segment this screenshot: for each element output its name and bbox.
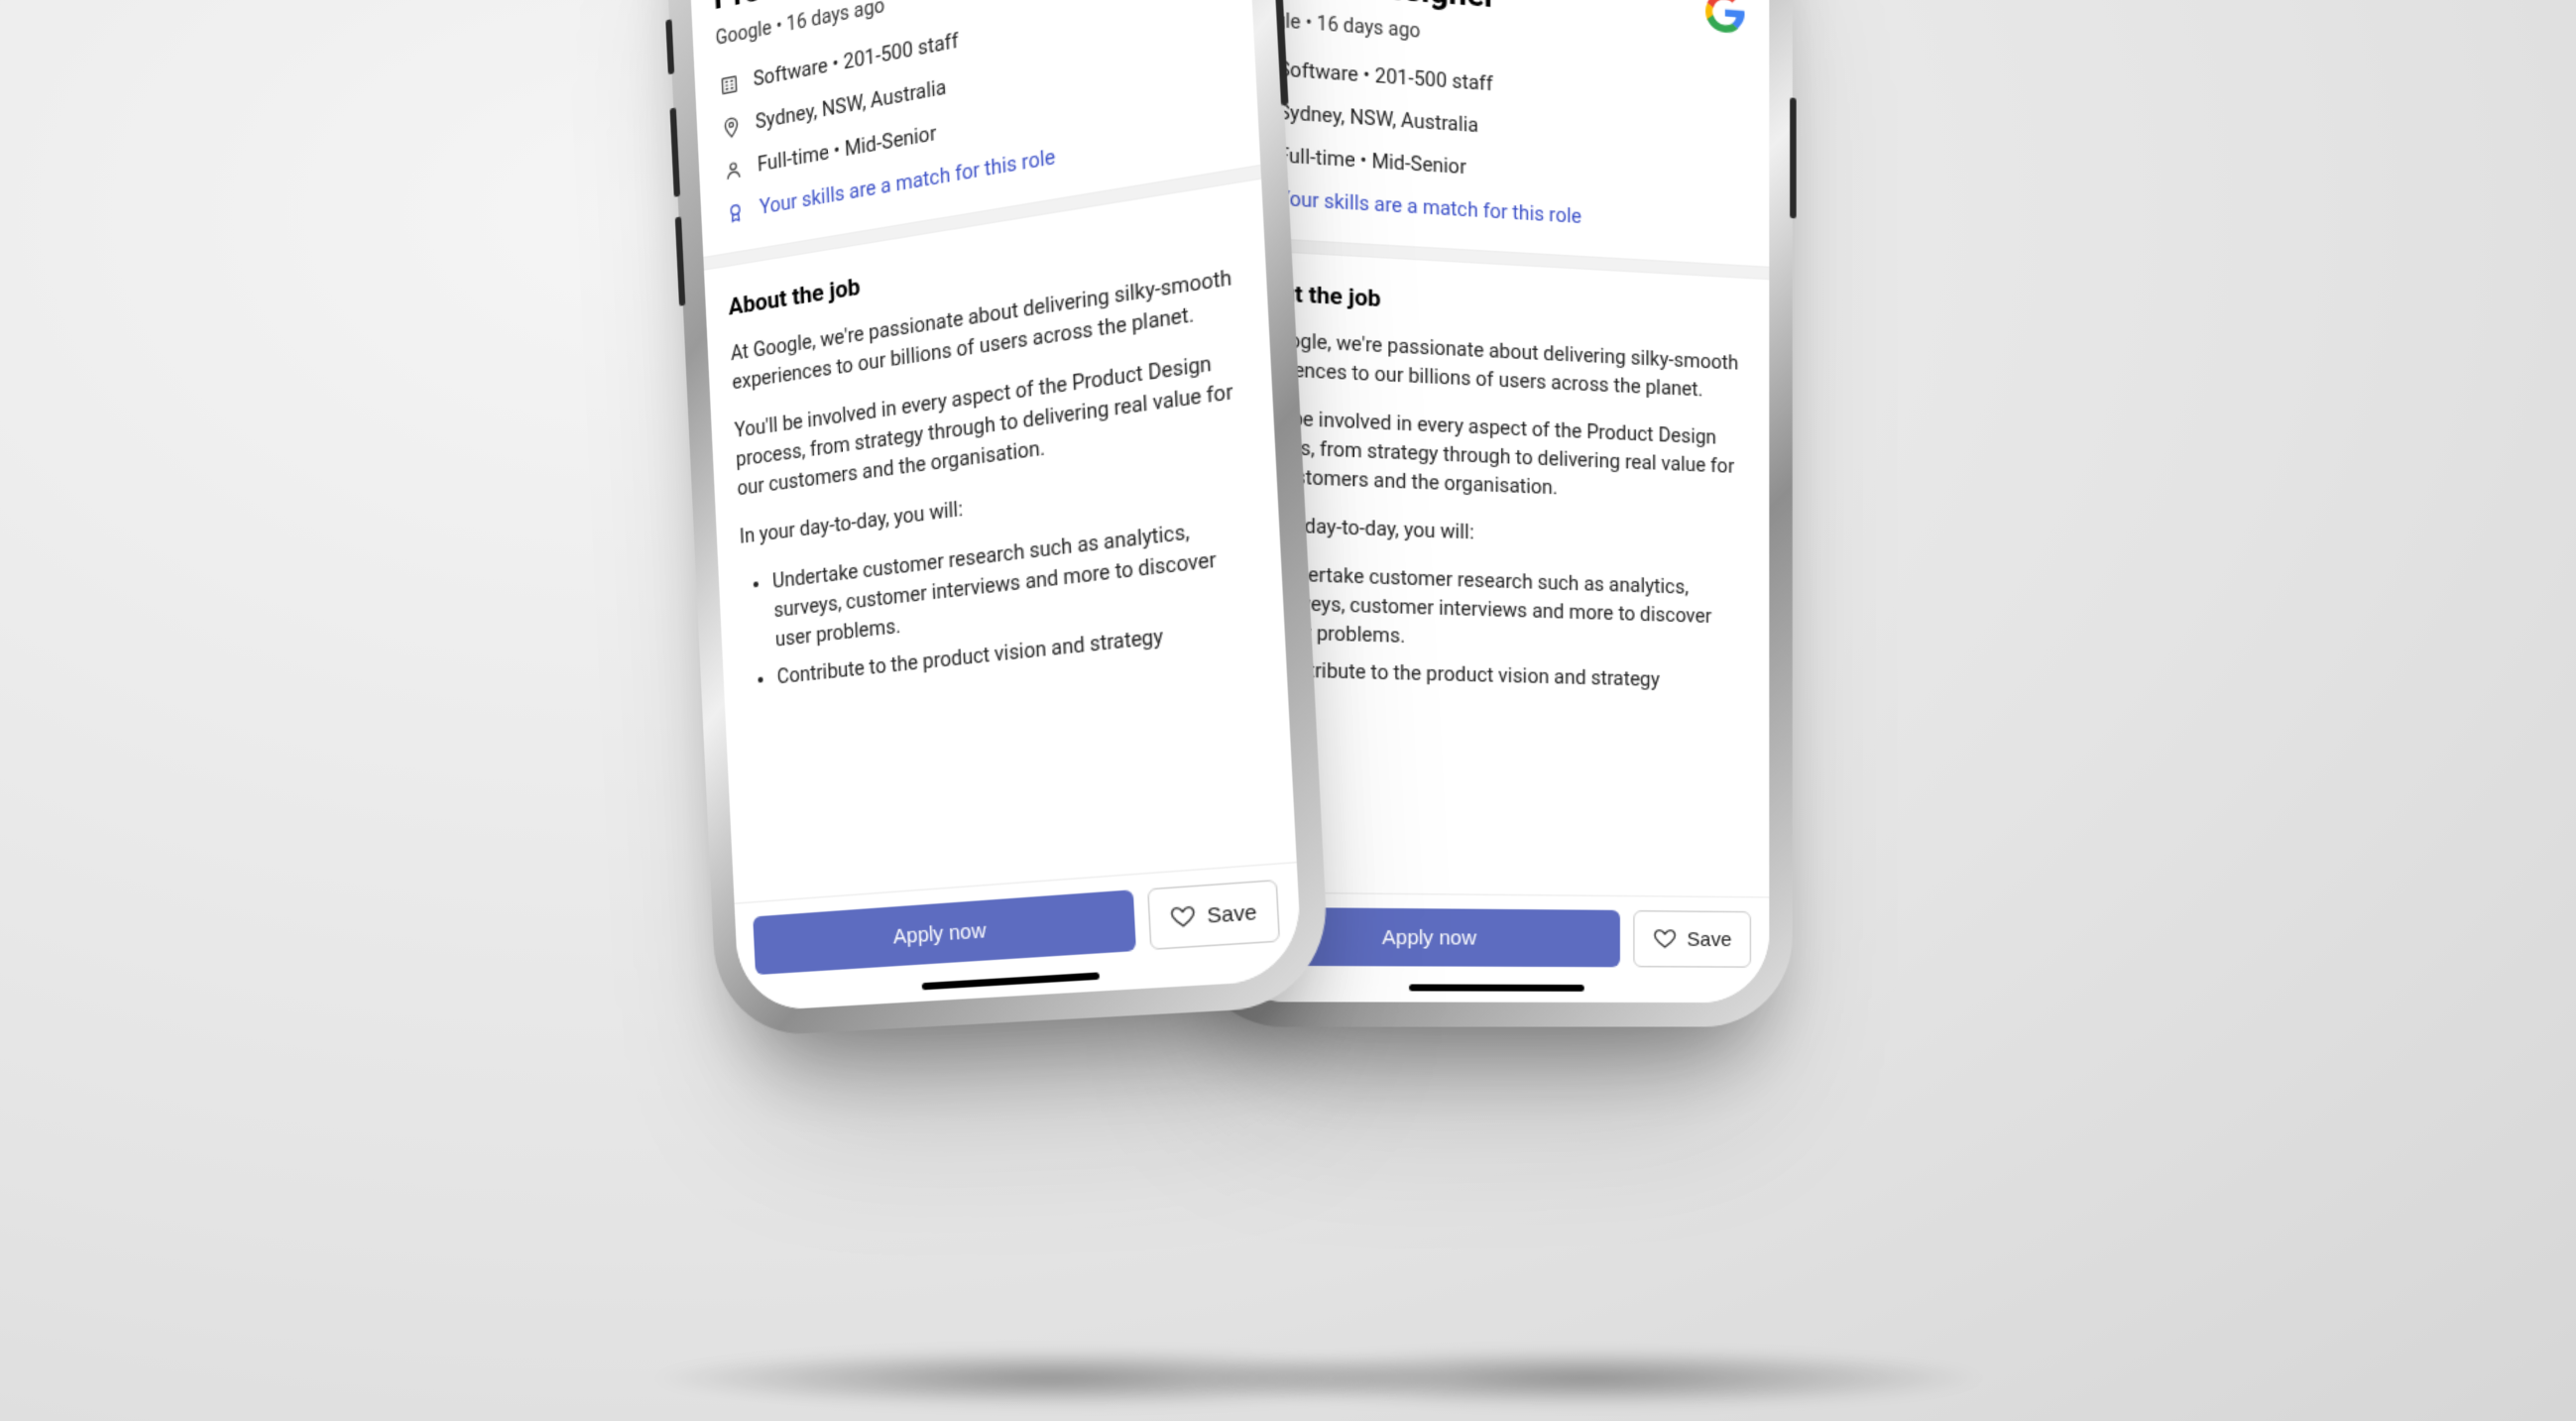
home-indicator[interactable] (1409, 984, 1584, 991)
list-item: Contribute to the product vision and str… (1272, 655, 1745, 696)
about-p3: In your day-to-day, you will: (1239, 510, 1746, 556)
award-icon (724, 198, 748, 227)
heart-icon (1169, 903, 1196, 931)
meta-match-text: Your skills are a match for this role (1278, 184, 1581, 231)
meta-type-text: Full-time • Mid-Senior (1278, 141, 1466, 181)
meta-industry-text: Software • 201-500 staff (1278, 55, 1492, 98)
save-button[interactable]: Save (1633, 910, 1751, 968)
person-icon (722, 156, 746, 184)
phone-screen: 9:41 Product Designer (683, 0, 1303, 1012)
apply-label: Apply now (1382, 925, 1476, 949)
save-button[interactable]: Save (1147, 880, 1280, 950)
location-icon (720, 113, 744, 142)
phone-shadow (1185, 1349, 1988, 1408)
about-p2: You'll be involved in every aspect of th… (1239, 402, 1746, 509)
mute-switch (665, 19, 674, 74)
apply-label: Apply now (892, 918, 987, 949)
volume-down (675, 216, 686, 305)
about-p1: At Google, we're passionate about delive… (1239, 324, 1746, 407)
section-divider (1214, 235, 1769, 280)
heart-icon (1653, 927, 1677, 952)
building-icon (717, 70, 741, 99)
job-meta: Software • 201-500 staff Sydney, NSW, Au… (1239, 53, 1746, 242)
company-logo (1704, 0, 1746, 36)
job-content[interactable]: Product Designer Google • 16 days ago So… (689, 0, 1303, 1012)
phone-device: 9:41 Product Designer (664, 0, 1325, 1032)
mockup-stage: 9:41 Product Designer (0, 0, 2576, 1421)
save-label: Save (1687, 927, 1731, 950)
save-label: Save (1207, 899, 1257, 928)
list-item: Undertake customer research such as anal… (1272, 559, 1745, 659)
volume-up (670, 107, 681, 196)
meta-location-text: Sydney, NSW, Australia (1278, 98, 1478, 141)
side-button (1790, 97, 1797, 218)
apply-button[interactable]: Apply now (753, 889, 1135, 975)
about-bullets: Undertake customer research such as anal… (1239, 558, 1746, 696)
